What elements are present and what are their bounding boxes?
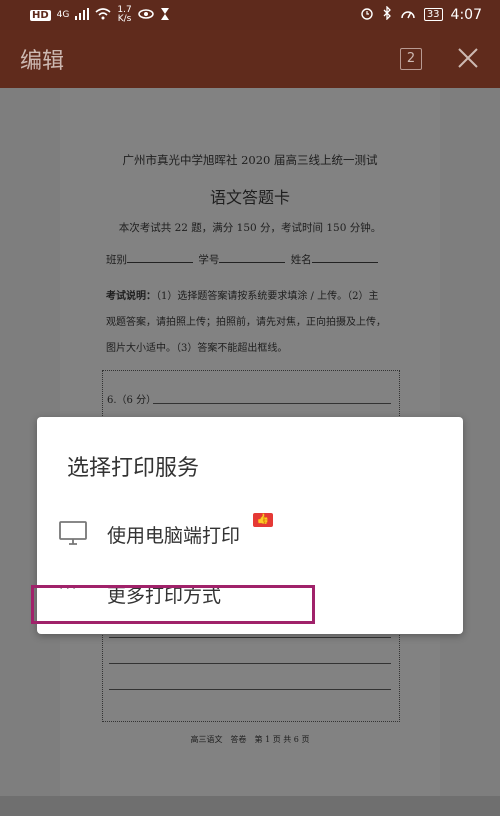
answer-line [109,689,391,690]
document-note: 本次考试共 22 题，满分 150 分，考试时间 150 分钟。 [118,222,382,234]
dialog-title: 选择打印服务 [67,456,200,481]
document-footer: 高三语文 答卷 第 1 页 共 6 页 [190,735,310,744]
hd-label: HD [30,9,51,21]
hourglass-icon [160,7,170,23]
rules-label: 考试说明： [106,291,156,302]
exam-rules: 考试说明：（1）选择题答案请按系统要求填涂 / 上传。（2）主 观题答案，请拍照… [106,284,406,362]
app-bar: 编辑 2 [0,30,500,88]
battery-level: 33 [423,8,443,21]
rules-line-3: 图片大小适中。（3）答案不能超出框线。 [106,343,288,354]
field-class: 班别 [106,254,127,266]
field-name: 姓名 [290,254,312,266]
page-count-button[interactable]: 2 [400,48,422,70]
print-from-computer-option[interactable]: 使用电脑端打印 👍 [37,509,463,557]
close-icon[interactable] [456,46,480,70]
alarm-icon [360,6,374,23]
answer-line [109,663,391,664]
option-label: 使用电脑端打印 [107,525,241,547]
eye-icon [137,8,154,23]
highlight-annotation [31,585,315,624]
status-bar: HD 4G 1.7 K/s 33 4:07 [0,0,500,30]
field-number: 学号 [198,254,220,266]
speed-gauge-icon [400,6,416,23]
answer-line [153,403,391,404]
bluetooth-icon [382,5,392,23]
thumbs-up-badge-icon: 👍 [253,513,273,527]
bottom-strip [0,796,500,816]
page-title: 编辑 [20,49,65,74]
student-fields: 班别 学号 姓名 [106,252,380,267]
rules-line-2: 观题答案，请拍照上传；拍照前，请先对焦，正向拍摄及上传， [106,317,386,328]
signal-icon [75,7,90,23]
wifi-icon [95,7,111,23]
document-title: 广州市真光中学旭晖社 2020 届高三线上统一测试 [122,153,378,167]
speed-unit: K/s [117,14,132,24]
clock: 4:07 [450,6,482,23]
signal-label: 4G [56,10,70,20]
answer-line [109,637,391,638]
monitor-icon [59,521,87,545]
document-subtitle: 语文答题卡 [209,188,290,207]
rules-line-1: （1）选择题答案请按系统要求填涂 / 上传。（2）主 [156,291,379,302]
question-6-label: 6.（6 分） [107,395,157,406]
